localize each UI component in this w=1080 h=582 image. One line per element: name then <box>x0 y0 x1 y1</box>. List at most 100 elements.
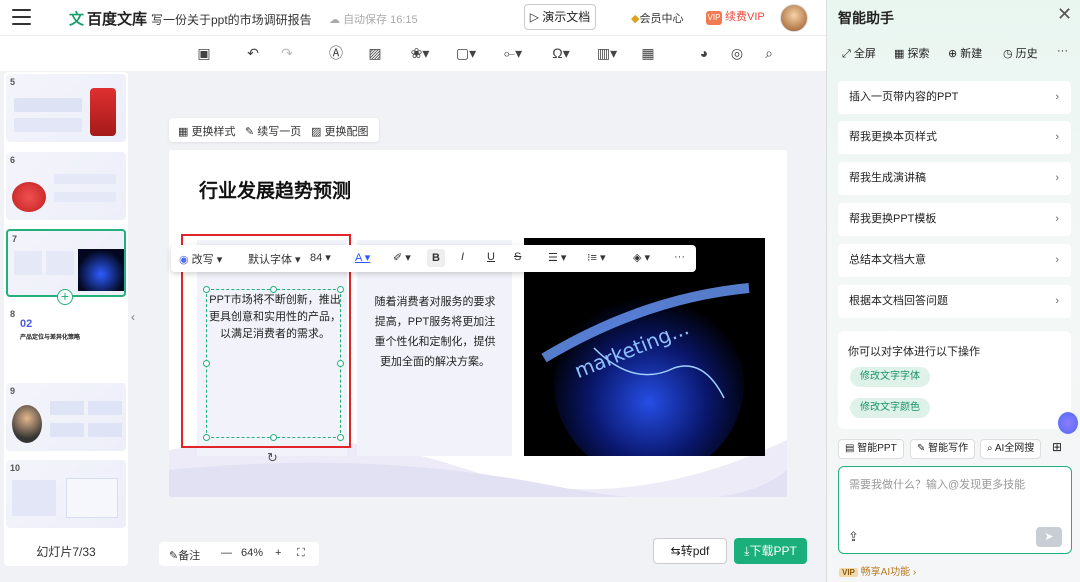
apps-grid-icon[interactable]: ⊞ <box>1052 440 1062 454</box>
font-family-select[interactable]: 默认字体 ▾ <box>248 251 301 267</box>
fullscreen-icon: ⤢ <box>842 48 851 60</box>
chevron-right-icon: › <box>1055 295 1059 307</box>
tab-history[interactable]: ◷ 历史 <box>1003 45 1038 61</box>
change-style-button[interactable]: ▦ 更换样式 <box>178 123 235 139</box>
layout-icon: ▦ <box>178 126 189 138</box>
zoom-out-icon[interactable]: — <box>221 547 232 559</box>
vip-ai-promo[interactable]: VIP 畅享AI功能 › <box>839 563 916 578</box>
chevron-right-icon: › <box>1055 91 1059 103</box>
add-slide-button[interactable]: + <box>57 289 73 305</box>
list-icon[interactable]: ⁝≡ ▾ <box>587 251 606 264</box>
table-icon[interactable]: ▦ <box>640 45 656 61</box>
image-icon: ▨ <box>311 126 322 138</box>
slide-thumb[interactable]: 10 <box>6 460 126 528</box>
member-center-link[interactable]: ◆会员中心 <box>631 10 683 26</box>
chart-icon[interactable]: ▥▾ <box>594 45 620 61</box>
tab-new[interactable]: ⊕ 新建 <box>948 45 982 61</box>
continue-page-button[interactable]: ✎ 续写一页 <box>245 123 301 139</box>
rewrite-button[interactable]: ◉ 改写 ▾ <box>179 251 222 267</box>
slide-thumb-selected[interactable]: 7 <box>6 229 126 297</box>
more-options-icon[interactable]: ··· <box>1057 45 1068 57</box>
notes-icon: ✎ <box>169 550 179 562</box>
connector-icon[interactable]: ⟜▾ <box>500 45 526 61</box>
resize-handle[interactable] <box>337 360 344 367</box>
suggestion-item[interactable]: 帮我生成演讲稿 › <box>838 162 1071 195</box>
send-icon: ➤ <box>1044 531 1054 543</box>
slide-thumb[interactable]: 8 02 产品定位与差异化策略 <box>6 306 126 374</box>
assistant-float-icon[interactable] <box>1058 412 1078 434</box>
undo-icon[interactable]: ↶ <box>245 45 261 61</box>
fit-screen-icon[interactable]: ⛶ <box>297 547 305 560</box>
bold-icon[interactable]: B <box>427 249 445 267</box>
highlight-icon[interactable]: ✐ ▾ <box>393 251 411 264</box>
cloud-icon: ☁ <box>329 14 344 26</box>
text-icon[interactable]: Ⓐ <box>328 45 344 61</box>
send-button[interactable]: ➤ <box>1036 527 1062 547</box>
palette-icon[interactable]: ◕ <box>696 45 712 61</box>
more-icon[interactable]: ··· <box>674 251 685 263</box>
strikethrough-icon[interactable]: S <box>514 251 521 263</box>
play-icon: ▷ <box>529 10 539 24</box>
smart-write-tool[interactable]: ✎ 智能写作 <box>910 439 976 459</box>
zoom-in-icon[interactable]: + <box>275 547 281 559</box>
suggestion-item[interactable]: 帮我更换PPT模板 › <box>838 203 1071 236</box>
suggestion-item[interactable]: 根据本文档回答问题 › <box>838 285 1071 318</box>
resize-handle[interactable] <box>203 360 210 367</box>
ai-search-tool[interactable]: ⌕ AI全网搜 <box>980 439 1042 459</box>
redo-icon[interactable]: ↷ <box>279 45 295 61</box>
editor-toolbar: ▣ ↶ ↷ Ⓐ ▨ ❀▾ ▢▾ ⟜▾ Ω▾ ▥▾ ▦ ◕ ◎ ⌕ <box>0 37 826 71</box>
slide-thumb[interactable]: 5 <box>6 74 126 142</box>
convert-pdf-button[interactable]: ⇆转pdf <box>653 538 727 564</box>
animation-icon[interactable]: ◎ <box>729 45 745 61</box>
suggestion-item[interactable]: 总结本文档大意 › <box>838 244 1071 277</box>
image-icon[interactable]: ▨ <box>367 45 383 61</box>
menu-icon[interactable] <box>12 9 31 25</box>
tab-explore[interactable]: ▦ 探索 <box>894 45 929 61</box>
resize-handle[interactable] <box>337 286 344 293</box>
resize-handle[interactable] <box>203 286 210 293</box>
save-icon[interactable]: ▣ <box>196 45 212 61</box>
ai-rewrite-icon: ◉ <box>179 254 189 266</box>
document-title[interactable]: 写一份关于ppt的市场调研报告 <box>151 11 312 28</box>
user-avatar[interactable] <box>780 4 808 32</box>
tab-fullscreen[interactable]: ⤢ 全屏 <box>842 45 876 61</box>
smart-ppt-tool[interactable]: ▤ 智能PPT <box>838 439 904 459</box>
renew-vip-link[interactable]: VIP 续费VIP <box>706 8 765 25</box>
modify-color-pill[interactable]: 修改文字颜色 <box>850 398 930 418</box>
upload-icon[interactable]: ⇪ <box>848 529 859 545</box>
change-image-button[interactable]: ▨ 更换配图 <box>311 123 368 139</box>
present-button[interactable]: ▷ 演示文档 <box>524 4 596 30</box>
notes-button[interactable]: ✎备注 <box>169 547 200 563</box>
search-icon[interactable]: ⌕ <box>761 45 777 61</box>
wenku-logo-icon: 文 <box>69 11 85 28</box>
suggestion-item[interactable]: 插入一页带内容的PPT › <box>838 81 1071 114</box>
chevron-right-icon: › <box>1055 254 1059 266</box>
underline-icon[interactable]: U <box>487 251 495 263</box>
layers-icon[interactable]: ◈ ▾ <box>633 251 650 264</box>
slide-title[interactable]: 行业发展趋势预测 <box>199 176 351 203</box>
font-color-icon[interactable]: A ▾ <box>355 251 370 264</box>
slide-thumb[interactable]: 6 <box>6 152 126 220</box>
resize-handle[interactable] <box>337 434 344 441</box>
collapse-panel-icon[interactable]: ‹ <box>131 310 135 324</box>
slide-thumb[interactable]: 9 <box>6 383 126 451</box>
shape-icon[interactable]: ❀▾ <box>407 45 433 61</box>
resize-handle[interactable] <box>270 434 277 441</box>
card2-body-text[interactable]: 随着消费者对服务的要求提高，PPT服务将更加注重个性化和定制化，提供更加全面的解… <box>370 292 500 372</box>
align-icon[interactable]: ☰ ▾ <box>548 251 566 264</box>
close-icon[interactable]: ✕ <box>1057 4 1072 25</box>
rotate-handle-icon[interactable]: ↻ <box>267 450 278 466</box>
resize-handle[interactable] <box>203 434 210 441</box>
suggestion-item[interactable]: 帮我更换本页样式 › <box>838 121 1071 154</box>
selected-text-frame[interactable] <box>206 289 341 438</box>
app-name: 百度文库 <box>87 11 148 28</box>
download-ppt-button[interactable]: ⤓下载PPT <box>734 538 807 564</box>
italic-icon[interactable]: I <box>461 251 464 263</box>
assistant-title: 智能助手 <box>838 10 894 26</box>
chart-shape-icon[interactable]: ▢▾ <box>453 45 479 61</box>
chevron-right-icon: › <box>1055 172 1059 184</box>
modify-font-pill[interactable]: 修改文字字体 <box>850 367 930 387</box>
resize-handle[interactable] <box>270 286 277 293</box>
font-size-select[interactable]: 84 ▾ <box>310 251 331 264</box>
symbol-icon[interactable]: Ω▾ <box>548 45 574 61</box>
